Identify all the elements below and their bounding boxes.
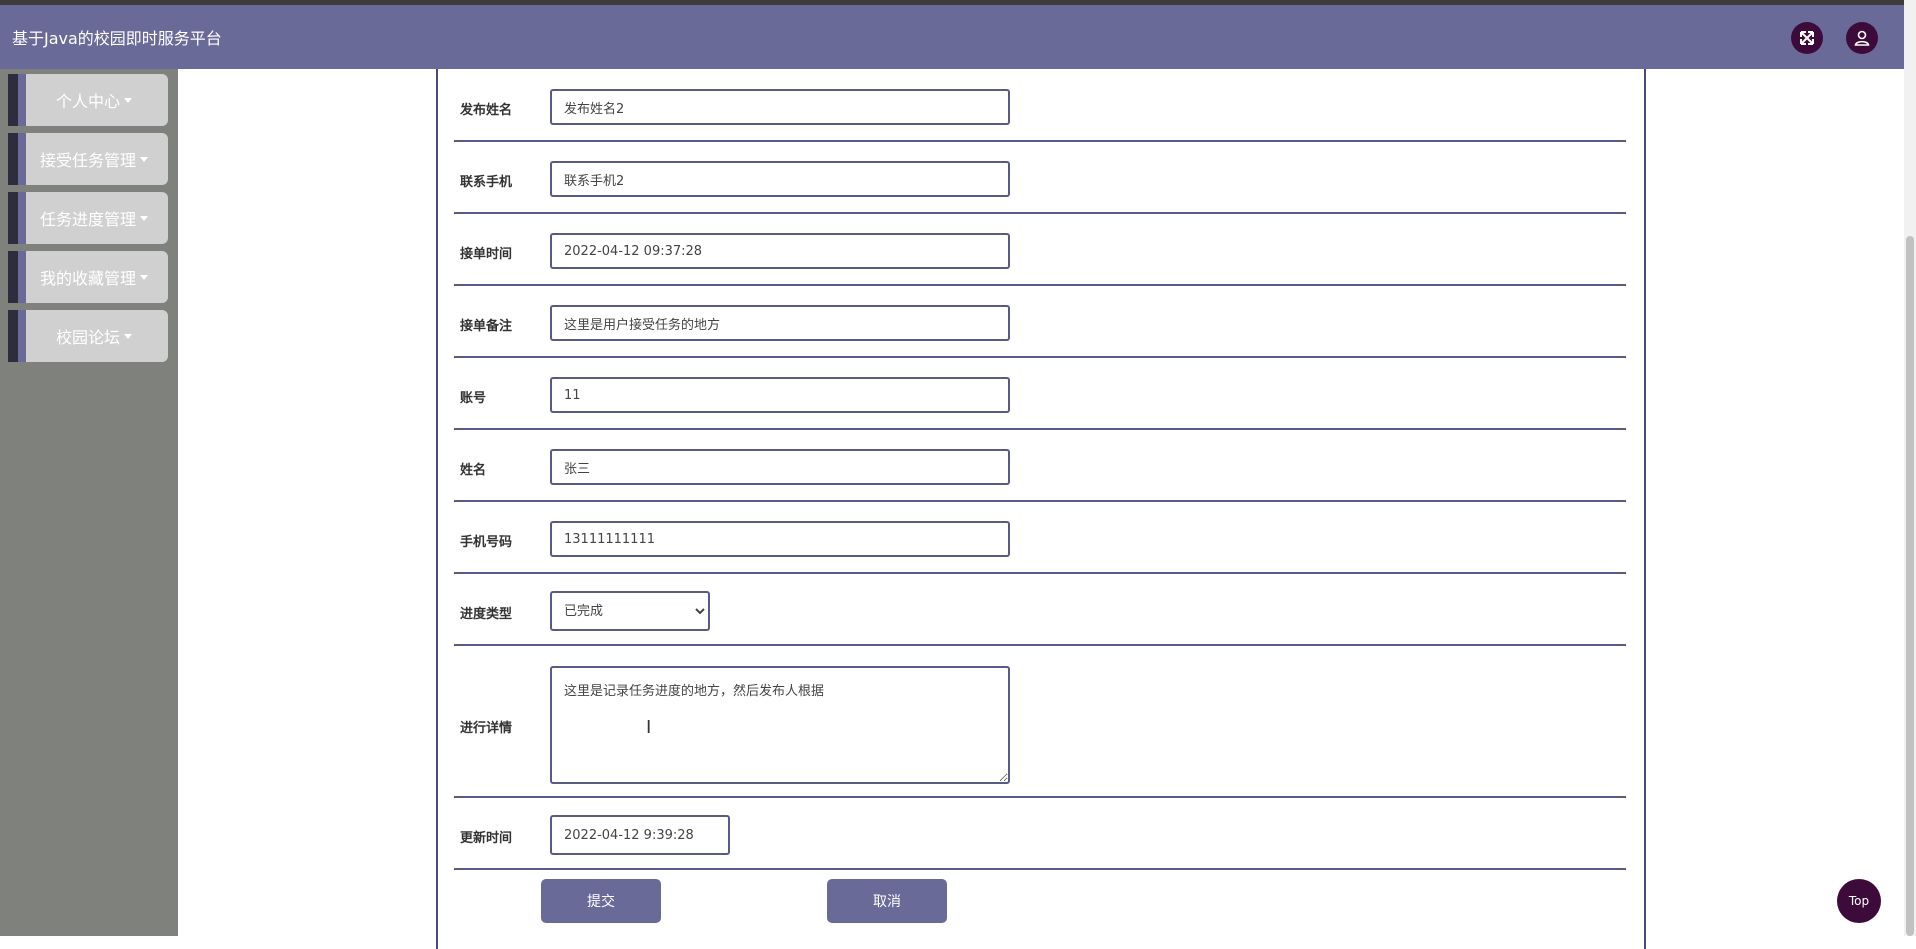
back-to-top-label: Top	[1848, 894, 1870, 908]
publisher-name-input[interactable]	[550, 89, 1010, 125]
field-label: 姓名	[460, 463, 487, 478]
field-label: 接单时间	[460, 247, 513, 262]
update-time-input[interactable]	[550, 815, 730, 855]
form-row-contact-phone: 联系手机	[454, 142, 1626, 214]
contact-phone-input[interactable]	[550, 161, 1010, 197]
form-row-accept-time: 接单时间	[454, 214, 1626, 286]
form-row-update-time: 更新时间	[454, 798, 1626, 870]
field-label: 账号	[460, 391, 487, 406]
progress-detail-textarea[interactable]: 这里是记录任务进度的地方，然后发布人根据	[550, 666, 1010, 784]
caret-down-icon	[124, 97, 132, 103]
sidebar-item-favorites[interactable]: 我的收藏管理	[8, 251, 168, 303]
user-button[interactable]	[1846, 22, 1878, 54]
field-label: 发布姓名	[460, 103, 513, 118]
field-label: 进行详情	[460, 721, 513, 736]
sidebar-item-label: 任务进度管理	[39, 210, 136, 229]
sidebar-item-label: 我的收藏管理	[39, 269, 136, 288]
sidebar-item-accent	[8, 74, 18, 126]
phone-number-input[interactable]	[550, 521, 1010, 557]
sidebar-item-accent	[18, 192, 26, 244]
cancel-button[interactable]: 取消	[827, 879, 947, 923]
submit-button[interactable]: 提交	[541, 879, 661, 923]
app-title: 基于Java的校园即时服务平台	[12, 29, 222, 48]
sidebar-item-accent	[18, 74, 26, 126]
form-row-progress-type: 进度类型 已完成	[454, 574, 1626, 646]
sidebar-item-personal-center[interactable]: 个人中心	[8, 74, 168, 126]
task-progress-form: 发布姓名 联系手机 接单时间 接单备注 账号 姓名 手机号码 进度类型 已完成 …	[436, 69, 1646, 949]
sidebar-item-label: 接受任务管理	[39, 151, 136, 170]
sidebar-item-label: 个人中心	[55, 92, 120, 111]
caret-down-icon	[124, 333, 132, 339]
sidebar-item-accepted-tasks[interactable]: 接受任务管理	[8, 133, 168, 185]
field-label: 接单备注	[460, 319, 513, 334]
sidebar-item-task-progress[interactable]: 任务进度管理	[8, 192, 168, 244]
back-to-top-button[interactable]: Top	[1837, 879, 1881, 923]
caret-down-icon	[140, 274, 148, 280]
sidebar-item-accent	[8, 192, 18, 244]
app-header: 基于Java的校园即时服务平台	[0, 5, 1904, 69]
caret-down-icon	[140, 215, 148, 221]
sidebar-item-accent	[18, 251, 26, 303]
field-label: 更新时间	[460, 831, 513, 846]
sidebar-item-accent	[18, 133, 26, 185]
account-input[interactable]	[550, 377, 1010, 413]
field-label: 手机号码	[460, 535, 513, 550]
form-row-progress-detail: 进行详情 这里是记录任务进度的地方，然后发布人根据	[454, 646, 1626, 798]
scrollbar-thumb[interactable]	[1906, 236, 1914, 936]
form-row-accept-note: 接单备注	[454, 286, 1626, 358]
form-row-phone-number: 手机号码	[454, 502, 1626, 574]
progress-type-select[interactable]: 已完成	[550, 591, 710, 631]
sidebar-item-accent	[8, 251, 18, 303]
sidebar-item-forum[interactable]: 校园论坛	[8, 310, 168, 362]
field-label: 进度类型	[460, 607, 513, 622]
form-row-publisher-name: 发布姓名	[454, 69, 1626, 142]
sidebar-item-accent	[8, 133, 18, 185]
user-icon	[1854, 30, 1870, 46]
form-row-account: 账号	[454, 358, 1626, 430]
form-row-name: 姓名	[454, 430, 1626, 502]
text-cursor-icon: I	[646, 717, 652, 738]
accept-time-input[interactable]	[550, 233, 1010, 269]
sidebar-item-label: 校园论坛	[55, 328, 120, 347]
field-label: 联系手机	[460, 175, 513, 190]
sidebar-item-accent	[18, 310, 26, 362]
sidebar-item-accent	[8, 310, 18, 362]
caret-down-icon	[140, 156, 148, 162]
fullscreen-icon	[1800, 31, 1814, 45]
fullscreen-button[interactable]	[1791, 22, 1823, 54]
sidebar: 个人中心 接受任务管理 任务进度管理 我的收藏管理 校园论坛	[0, 69, 178, 936]
accept-note-input[interactable]	[550, 305, 1010, 341]
name-input[interactable]	[550, 449, 1010, 485]
